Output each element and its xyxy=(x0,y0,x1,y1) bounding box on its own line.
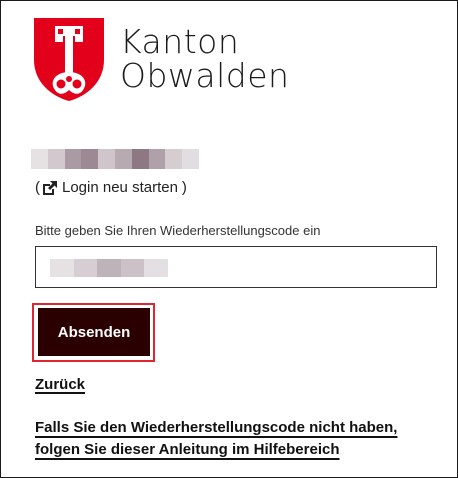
back-link[interactable]: Zurück xyxy=(35,376,85,393)
recovery-code-input[interactable] xyxy=(36,247,436,287)
restart-login-link[interactable]: Login neu starten xyxy=(62,179,178,196)
obwalden-crest-icon xyxy=(34,18,104,101)
obscured-username xyxy=(31,149,199,169)
external-edit-icon[interactable] xyxy=(42,180,58,196)
blur-pixel xyxy=(98,149,115,169)
restart-login: ( Login neu starten ) xyxy=(35,179,187,196)
submit-button[interactable]: Absenden xyxy=(38,308,150,356)
brand-line-2: Obwalden xyxy=(120,56,290,95)
blur-pixel xyxy=(148,149,166,169)
blur-pixel xyxy=(182,149,199,169)
help-link-line-1: Falls Sie den Wiederherstellungscode nic… xyxy=(35,419,398,436)
logo: Kanton Obwalden xyxy=(31,16,289,102)
blur-pixel xyxy=(47,149,65,169)
blur-pixel xyxy=(165,149,183,169)
blur-pixel xyxy=(31,149,48,169)
blur-pixel xyxy=(131,149,149,169)
restart-open-paren: ( xyxy=(35,179,40,196)
blur-pixel xyxy=(81,149,99,169)
blur-pixel xyxy=(114,149,132,169)
restart-close-paren: ) xyxy=(181,179,187,196)
brand-line-1: Kanton xyxy=(120,22,240,61)
help-link[interactable]: Falls Sie den Wiederherstellungscode nic… xyxy=(35,417,435,461)
brand-name: Kanton Obwalden xyxy=(120,22,290,95)
recovery-code-field[interactable] xyxy=(35,246,437,288)
recovery-code-label: Bitte geben Sie Ihren Wiederherstellungs… xyxy=(35,223,321,238)
blur-pixel xyxy=(64,149,82,169)
login-panel: Kanton Obwalden ( Login neu starten ) Bi… xyxy=(0,0,458,478)
help-link-line-2: folgen Sie dieser Anleitung im Hilfebere… xyxy=(35,441,340,458)
